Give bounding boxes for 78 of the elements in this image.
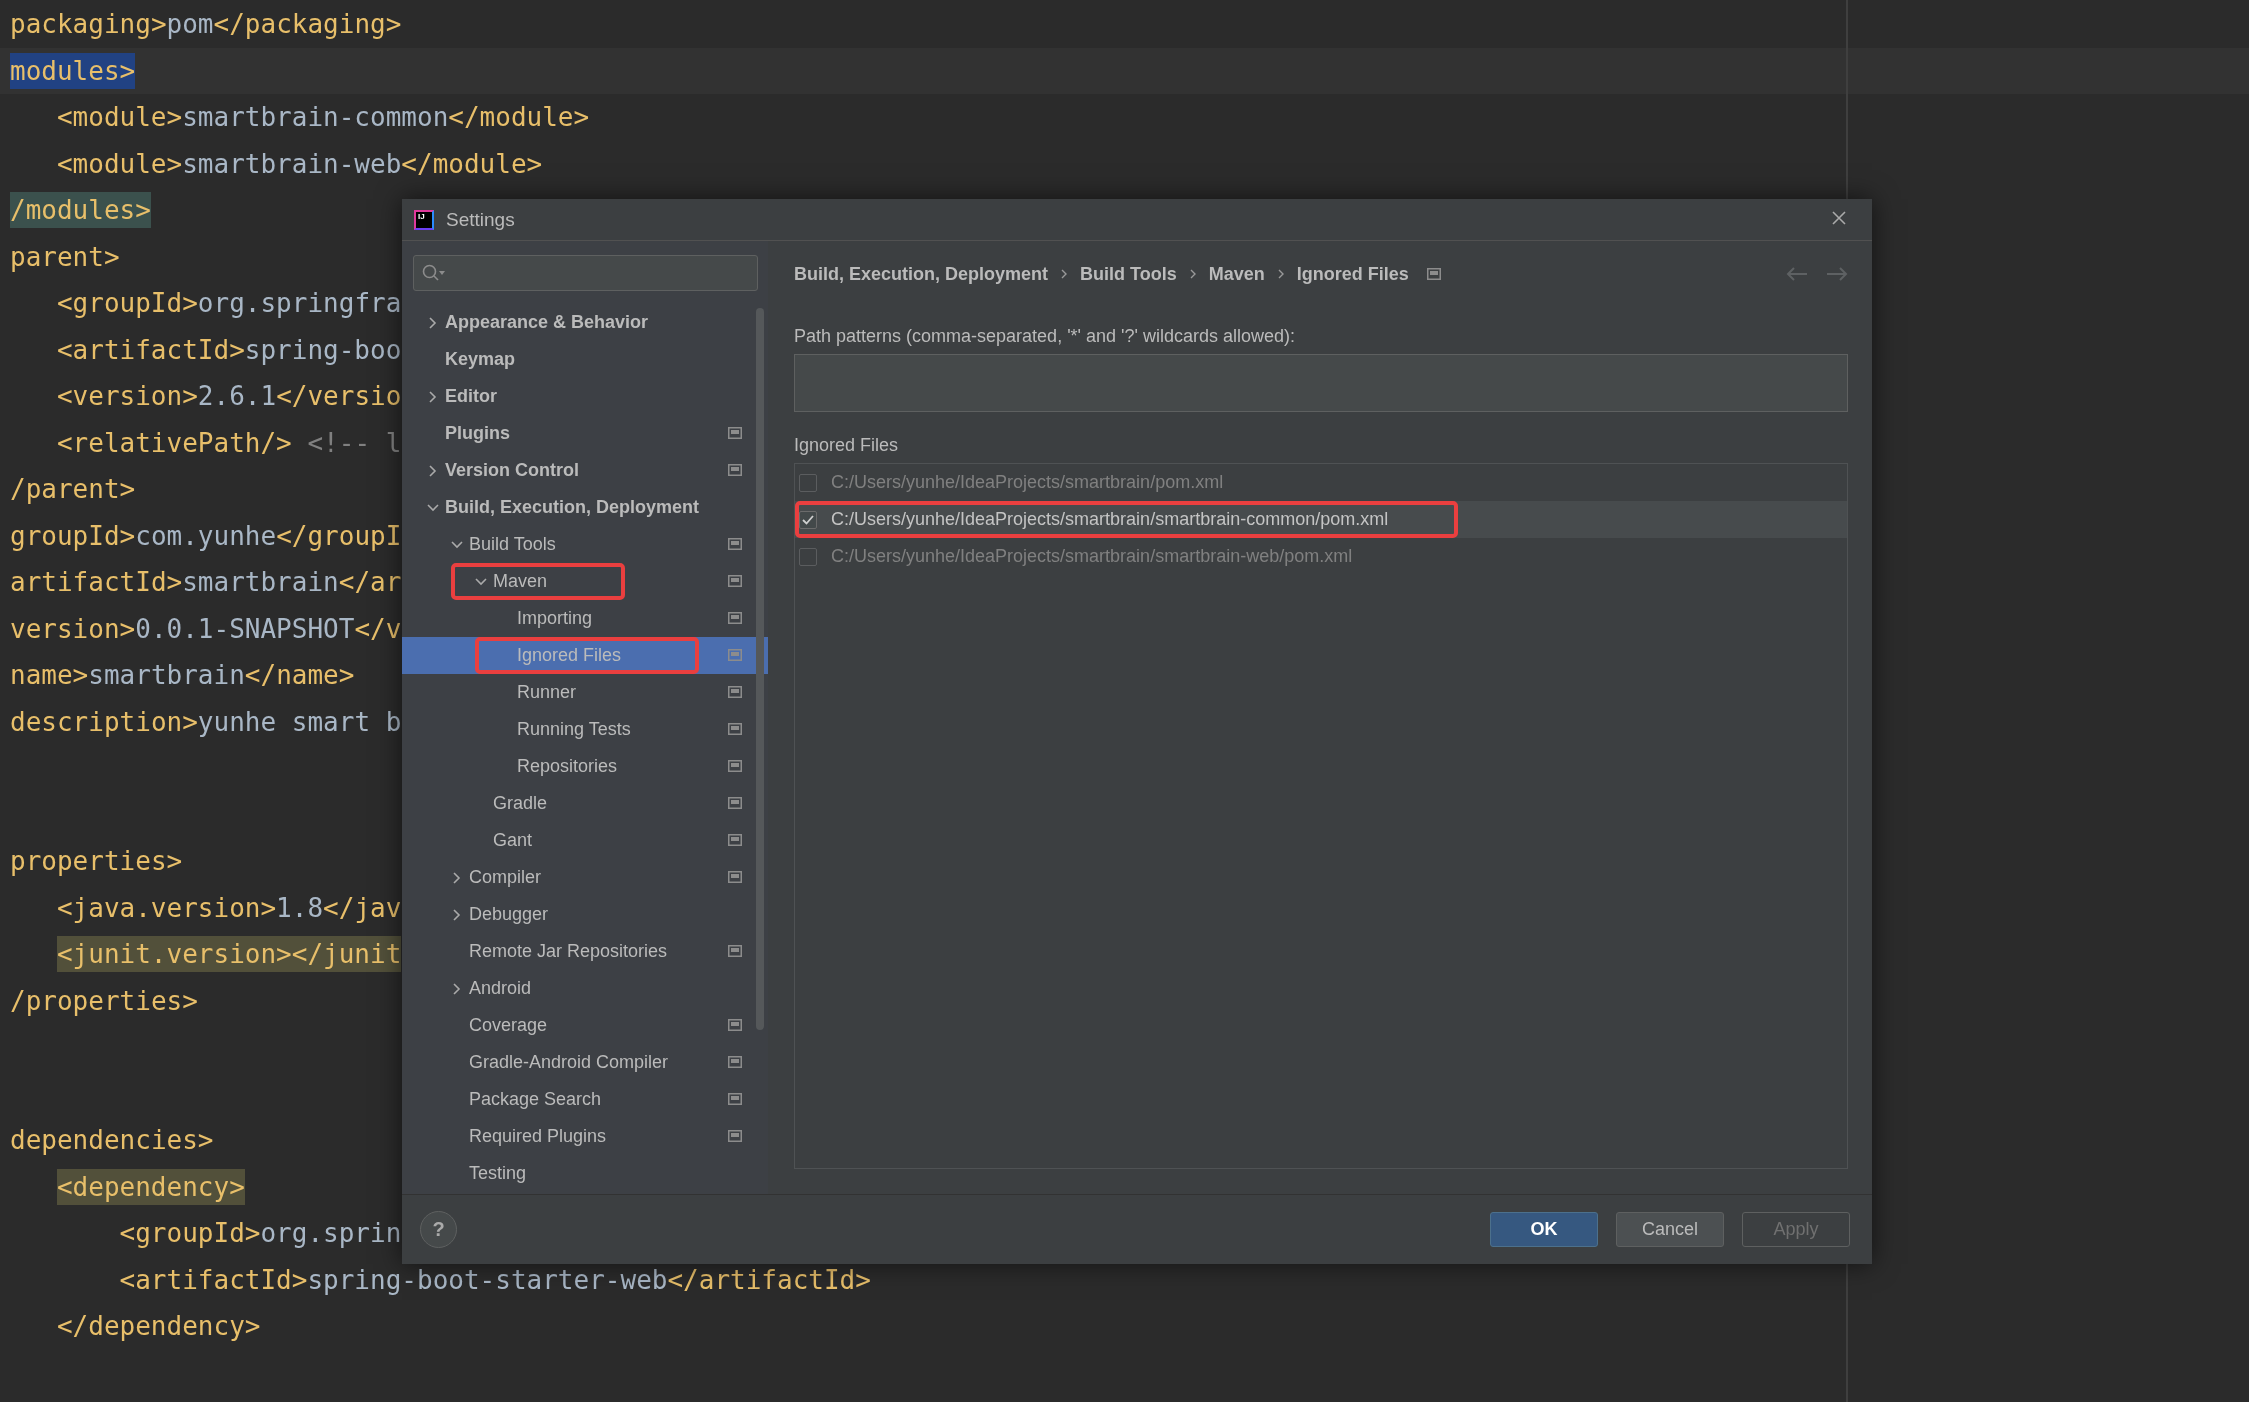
tree-item[interactable]: Debugger (402, 896, 768, 933)
chevron-right-icon[interactable] (427, 316, 439, 329)
tree-item[interactable]: Version Control (402, 452, 768, 489)
code-line: /properties> (10, 984, 198, 1018)
code-line: parent> (10, 240, 120, 274)
tree-item[interactable]: Maven (402, 563, 768, 600)
chevron-right-icon (1060, 268, 1069, 280)
code-line: <artifactId>spring-boot-starter-web</artifactId> (119, 1263, 871, 1297)
chevron-right-icon (1188, 268, 1197, 280)
chevron-right-icon[interactable] (451, 982, 463, 995)
tree-item[interactable]: Running Tests (402, 711, 768, 748)
chevron-down-icon[interactable] (451, 538, 463, 551)
code-line: <groupId>org.springfra (56, 287, 402, 321)
chevron-right-icon[interactable] (427, 390, 439, 403)
code-line: description>yunhe smart b (10, 705, 402, 739)
chevron-right-icon[interactable] (451, 871, 463, 884)
app-logo: IJ (414, 209, 434, 230)
help-button[interactable]: ? (420, 1211, 457, 1248)
tree-item[interactable]: Android (402, 970, 768, 1007)
tree-item[interactable]: Build Tools (402, 526, 768, 563)
code-line: <module>smartbrain-common</module> (56, 101, 590, 135)
checkbox[interactable] (799, 473, 817, 492)
code-line: <version>2.6.1</versio (56, 380, 402, 414)
code-line: <module>smartbrain-web</module> (56, 147, 543, 181)
tree-item[interactable]: Gant (402, 822, 768, 859)
code-line: properties> (10, 845, 183, 879)
breadcrumb-item[interactable]: Ignored Files (1296, 263, 1409, 285)
code-line: /parent> (10, 473, 136, 507)
tree-item[interactable]: Gradle-Android Compiler (402, 1044, 768, 1081)
code-line: packaging>pom</packaging> (10, 8, 402, 42)
chevron-right-icon[interactable] (451, 908, 463, 921)
tree-item[interactable]: Editor (402, 378, 768, 415)
tree-item[interactable]: Importing (402, 600, 768, 637)
chevron-down-icon[interactable] (475, 575, 487, 588)
tree-item[interactable]: Runner (402, 674, 768, 711)
window-title: Settings (446, 208, 515, 231)
code-line: <java.version>1.8</jav (56, 891, 402, 925)
tree-item[interactable]: Compiler (402, 859, 768, 896)
tree-item[interactable]: Coverage (402, 1007, 768, 1044)
dialog-button[interactable]: OK (1490, 1212, 1598, 1247)
chevron-right-icon[interactable] (427, 464, 439, 477)
code-line: version>0.0.1-SNAPSHOT</v (10, 612, 402, 646)
tree-item[interactable]: Package Search (402, 1081, 768, 1118)
search-icon (422, 264, 446, 282)
tree-item[interactable]: Testing (402, 1155, 768, 1192)
check-icon (802, 514, 814, 525)
dialog-button[interactable]: Cancel (1616, 1212, 1724, 1247)
close-icon[interactable] (1832, 211, 1846, 225)
window-icon (1426, 268, 1441, 280)
tree-item[interactable]: Build, Execution, Deployment (402, 489, 768, 526)
tree-item[interactable]: Gradle (402, 785, 768, 822)
breadcrumb-item[interactable]: Maven (1208, 263, 1265, 285)
checkbox[interactable] (799, 510, 817, 529)
code-line: groupId>com.yunhe</groupI (10, 519, 402, 553)
chevron-down-icon[interactable] (427, 501, 439, 514)
code-line: name>smartbrain</name> (10, 659, 355, 693)
breadcrumb-item[interactable]: Build Tools (1080, 263, 1177, 285)
breadcrumb-item[interactable]: Build, Execution, Deployment (794, 263, 1049, 285)
field-label: Path patterns (comma-separated, '*' and '?' wildcards allowed): (794, 325, 1296, 348)
code-line: <relativePath/> <!-- l (56, 426, 402, 460)
code-line: dependencies> (10, 1124, 214, 1158)
tree-item[interactable]: Appearance & Behavior (402, 304, 768, 341)
tree-item[interactable]: Remote Jar Repositories (402, 933, 768, 970)
checkbox[interactable] (799, 547, 817, 566)
scrollbar[interactable] (756, 308, 764, 1030)
code-line: <groupId>org.sprin (119, 1217, 402, 1251)
tree-item[interactable]: Repositories (402, 748, 768, 785)
tree-item[interactable]: Plugins (402, 415, 768, 452)
code-line: artifactId>smartbrain</ar (10, 566, 402, 600)
search-field[interactable] (413, 255, 758, 291)
chevron-right-icon (1276, 268, 1285, 280)
file-row[interactable]: C:/Users/yunhe/IdeaProjects/smartbrain/smartbrain-common/pom.xml (795, 501, 1847, 538)
tree-item[interactable]: Required Plugins (402, 1118, 768, 1155)
code-line: </dependency> (56, 1310, 261, 1344)
tree-item[interactable]: Keymap (402, 341, 768, 378)
code-line: <artifactId>spring-boo (56, 333, 402, 367)
section-label: Ignored Files (794, 434, 900, 457)
path-patterns-field[interactable] (794, 354, 1848, 412)
